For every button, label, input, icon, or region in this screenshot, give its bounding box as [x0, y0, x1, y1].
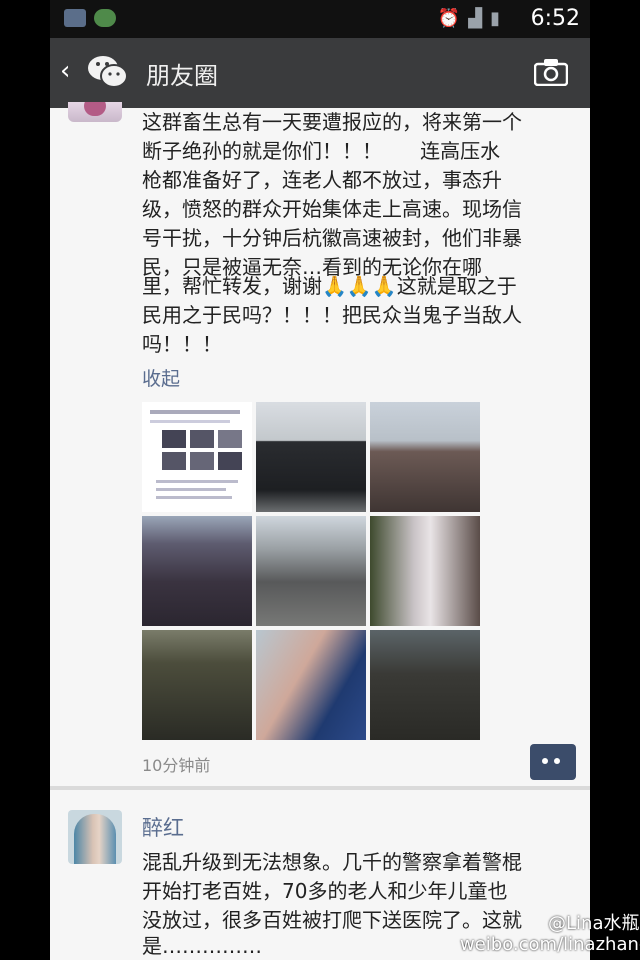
post-text-line: 号干扰，十分钟后杭徽高速被封，他们非暴	[142, 226, 522, 250]
photo-thumbnail[interactable]	[256, 630, 366, 740]
photo-grid	[142, 402, 480, 740]
photo-thumbnail[interactable]	[142, 516, 252, 626]
avatar[interactable]	[68, 102, 122, 122]
post-text-line: 混乱升级到无法想象。几千的警察拿着警棍	[142, 850, 522, 874]
post-text-line: 没放过，很多百姓被打爬下送医院了。这就	[142, 908, 522, 932]
photo-thumbnail[interactable]	[256, 516, 366, 626]
back-button[interactable]: ‹	[60, 56, 70, 86]
camera-icon[interactable]	[534, 58, 568, 86]
photo-thumbnail[interactable]	[370, 630, 480, 740]
shield-icon	[64, 9, 86, 27]
post-time: 10分钟前	[142, 756, 211, 775]
avatar[interactable]	[68, 810, 122, 864]
photo-thumbnail[interactable]	[142, 402, 252, 512]
status-icons: ⏰ ▟ ▮	[438, 8, 500, 30]
comment-button[interactable]	[530, 744, 576, 780]
wechat-logo-icon	[88, 56, 128, 88]
post-text-line: 开始打老百姓，70多的老人和少年儿童也	[142, 879, 508, 903]
watermark-handle: @Lina水瓶	[548, 913, 640, 934]
post-text-line: 级，愤怒的群众开始集体走上高速。现场信	[142, 197, 522, 221]
signal-icon: ▟	[468, 8, 483, 29]
post-text-line: 枪都准备好了，连老人都不放过，事态升	[142, 168, 502, 192]
author-name[interactable]: 醉红	[142, 812, 184, 842]
moment-post: 这群畜生总有一天要遭报应的，将来第一个 断子绝孙的就是你们！！！ 连高压水 枪都…	[50, 102, 590, 786]
status-time: 6:52	[530, 6, 580, 31]
post-text-line: 这群畜生总有一天要遭报应的，将来第一个	[142, 110, 522, 134]
page-title: 朋友圈	[146, 62, 218, 90]
post-text-line: 是……………	[142, 934, 262, 958]
watermark-url: weibo.com/linazhang	[460, 934, 640, 955]
post-text-line: 断子绝孙的就是你们！！！ 连高压水	[142, 139, 501, 163]
status-bar: ⏰ ▟ ▮ 6:52	[50, 0, 590, 38]
photo-thumbnail[interactable]	[370, 516, 480, 626]
title-bar: ‹ 朋友圈	[50, 38, 590, 109]
wechat-icon	[94, 9, 116, 27]
collapse-link[interactable]: 收起	[142, 364, 180, 391]
battery-icon: ▮	[490, 8, 500, 29]
phone-screen: ⏰ ▟ ▮ 6:52 ‹ 朋友圈 这群畜生总有一天要遭报应的，将来第一个 断子绝…	[50, 0, 590, 960]
post-text-line: 吗！！！	[142, 332, 222, 356]
post-text-line: 里，帮忙转发，谢谢🙏🙏🙏这就是取之于	[142, 274, 517, 298]
post-text-line: 民用之于民吗？！！！把民众当鬼子当敌人	[142, 303, 522, 327]
photo-thumbnail[interactable]	[256, 402, 366, 512]
photo-thumbnail[interactable]	[370, 402, 480, 512]
photo-thumbnail[interactable]	[142, 630, 252, 740]
alarm-icon: ⏰	[437, 8, 461, 29]
